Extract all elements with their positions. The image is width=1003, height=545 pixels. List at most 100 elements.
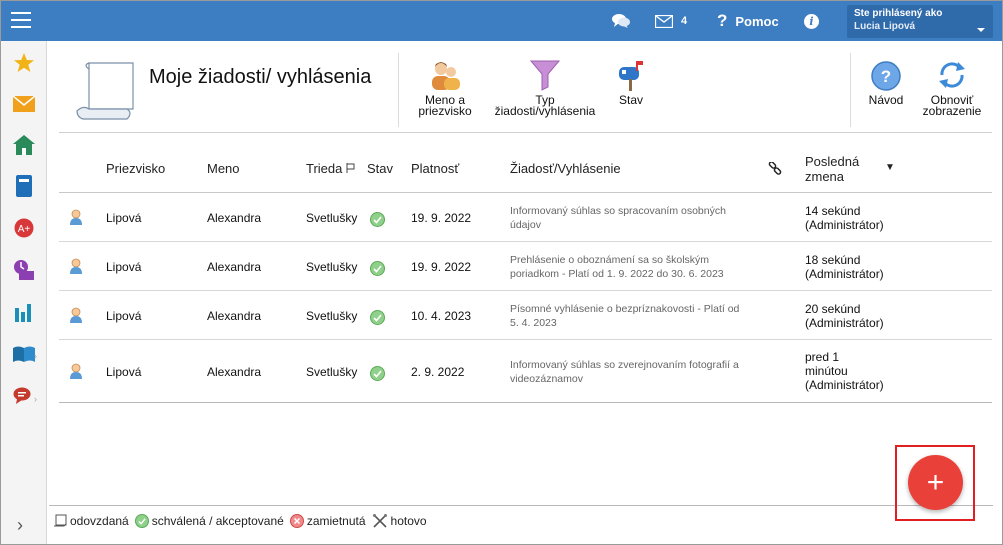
chevron-right-icon: › [34,351,37,361]
cell-request-line-1: Informovaný súhlas so zverejnovaním foto… [510,359,739,371]
filter-type-button[interactable]: Typ žiadosti/vyhlásenia [489,57,601,117]
col-class-label: Trieda [306,161,343,176]
page-title: Moje žiadosti/ vyhlásenia [149,66,372,88]
chat-icon[interactable] [611,1,631,41]
link-icon[interactable] [768,161,782,179]
schedule-icon[interactable] [12,258,36,282]
cell-last-change-line-3: (Administrátor) [805,378,884,392]
home-icon[interactable] [12,133,36,157]
status-approved-icon [370,366,385,381]
legend-submitted: odovzdaná [53,514,129,528]
filter-status-label: Stav [618,93,643,107]
discussion-icon[interactable] [12,385,36,409]
table-row[interactable]: Lipová Alexandra Svetlušky 2. 9. 2022 In… [59,340,992,403]
col-surname[interactable]: Priezvisko [106,161,165,176]
star-icon[interactable] [12,51,36,75]
cell-last-change-line-2: (Administrátor) [805,316,884,330]
page-icon [53,514,67,528]
library-icon[interactable] [12,342,36,366]
app-window: 4 ? Pomoc i Ste prihlásený ako Lucia Lip… [0,0,1003,545]
guide-button[interactable]: ? Návod [863,57,909,106]
cell-last-change-line-2: minútou [805,364,848,378]
users-icon [410,57,480,91]
legend-rejected-label: zamietnutá [306,514,366,528]
col-last-change[interactable]: Posledná zmena [805,154,859,184]
cell-validity: 10. 4. 2023 [411,309,472,323]
col-request[interactable]: Žiadosť/Vyhlásenie [510,161,621,176]
mail-icon[interactable] [12,92,36,116]
cell-surname: Lipová [106,260,142,274]
user-menu[interactable]: Ste prihlásený ako Lucia Lipová [847,5,993,38]
page-header: Moje žiadosti/ vyhlásenia Meno a priezvi… [59,47,992,133]
divider [49,505,993,506]
tools-icon [372,514,388,528]
cell-validity: 19. 9. 2022 [411,260,472,274]
cell-surname: Lipová [106,365,142,379]
divider [850,53,851,127]
menu-icon[interactable] [11,12,31,28]
messages-button[interactable]: 4 [655,1,687,41]
mailbox-icon [611,57,651,91]
mail-icon [655,14,673,28]
top-bar: 4 ? Pomoc i Ste prihlásený ako Lucia Lip… [1,1,1002,41]
cell-name: Alexandra [207,365,262,379]
user-icon [69,209,83,228]
table-row[interactable]: Lipová Alexandra Svetlušky 19. 9. 2022 I… [59,193,992,242]
legend-approved-label: schválená / akceptované [151,514,284,528]
col-name[interactable]: Meno [207,161,240,176]
reject-circle-icon [289,514,304,528]
flag-icon [346,161,355,176]
chevron-right-icon: › [34,394,37,404]
help-button[interactable]: ? Pomoc [717,1,779,41]
funnel-icon [489,57,601,91]
statistics-icon[interactable] [12,300,36,324]
info-button[interactable]: i [804,1,819,41]
cell-validity: 19. 9. 2022 [411,211,472,225]
table-row[interactable]: Lipová Alexandra Svetlušky 19. 9. 2022 P… [59,242,992,291]
col-class[interactable]: Trieda [306,161,355,176]
sidebar: A+ › › › [1,41,47,544]
cell-class: Svetlušky [306,260,358,274]
col-last-change-label-2: zmena [805,169,845,184]
sort-desc-icon[interactable]: ▼ [885,162,895,173]
check-circle-icon [134,514,149,528]
help-circle-icon: ? [863,57,909,91]
cell-request-line-2: videozáznamov [510,373,583,385]
status-legend: odovzdaná schválená / akceptované zamiet… [53,514,433,528]
col-validity[interactable]: Platnosť [411,161,459,176]
divider [398,53,399,127]
cell-class: Svetlušky [306,309,358,323]
table-header-row: Priezvisko Meno Trieda Stav Platnosť Žia… [59,141,992,193]
cell-last-change-line-1: 20 sekúnd [805,302,861,316]
legend-rejected: zamietnutá [289,514,366,528]
grades-icon[interactable]: A+ [12,216,36,240]
cell-class: Svetlušky [306,211,358,225]
cell-request: Informovaný súhlas so spracovaním osobný… [510,204,755,232]
user-icon [69,363,83,382]
legend-approved: schválená / akceptované [134,514,284,528]
svg-text:?: ? [881,67,891,86]
cell-last-change: pred 1 minútou (Administrátor) [805,350,884,392]
chevron-down-icon [977,28,985,32]
svg-text:A+: A+ [18,224,31,235]
filter-status-button[interactable]: Stav [611,57,651,106]
document-scroll-icon [75,61,135,126]
table-row[interactable]: Lipová Alexandra Svetlušky 10. 4. 2023 P… [59,291,992,340]
expand-sidebar-icon[interactable]: › [17,515,23,536]
col-status[interactable]: Stav [367,161,393,176]
cell-name: Alexandra [207,211,262,225]
refresh-label-2: zobrazenie [922,104,982,118]
status-approved-icon [370,310,385,325]
refresh-button[interactable]: Obnoviť zobrazenie [919,57,985,117]
guide-label: Návod [868,93,904,107]
cell-request-line-2: údajov [510,219,541,231]
legend-done: hotovo [372,514,427,528]
filter-name-button[interactable]: Meno a priezvisko [410,57,480,117]
notebook-icon[interactable] [12,174,36,198]
legend-submitted-label: odovzdaná [70,514,129,528]
add-request-button[interactable]: + [908,455,963,510]
user-label: Ste prihlásený ako [854,8,943,19]
filter-type-label-2: žiadosti/vyhlásenia [494,104,596,118]
cell-request: Písomné vyhlásenie o bezpríznakovosti - … [510,302,755,330]
cell-request-line-1: Písomné vyhlásenie o bezpríznakovosti - … [510,303,740,315]
